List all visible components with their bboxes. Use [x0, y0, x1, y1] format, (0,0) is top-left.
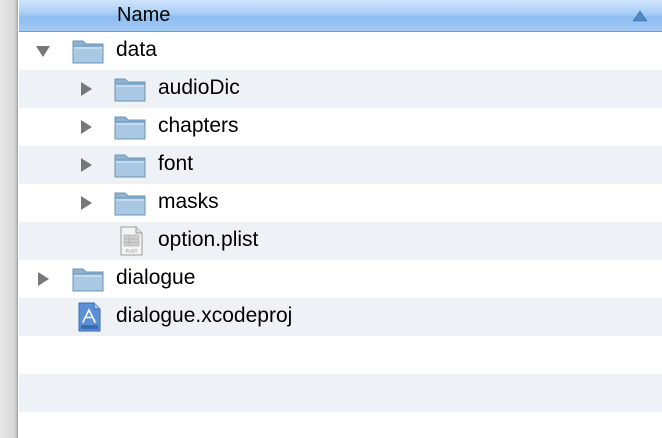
sort-ascending-icon[interactable]	[632, 9, 648, 23]
list-item-font[interactable]: font	[19, 146, 662, 184]
disclosure-triangle-collapsed-icon[interactable]	[35, 271, 51, 287]
folder-icon	[72, 268, 104, 292]
list-item-label: dialogue	[116, 266, 196, 289]
list-item-option-plist[interactable]: PLIST option.plist	[19, 222, 662, 260]
left-gutter	[0, 0, 18, 438]
disclosure-triangle-collapsed-icon[interactable]	[78, 157, 94, 173]
plist-icon-text: PLIST	[126, 249, 138, 254]
list-item-label: option.plist	[158, 228, 259, 251]
list-item-label: font	[158, 152, 194, 175]
list-item-label: dialogue.xcodeproj	[116, 304, 293, 327]
list-item-chapters[interactable]: chapters	[19, 108, 662, 146]
folder-icon	[114, 192, 146, 216]
disclosure-triangle-collapsed-icon[interactable]	[78, 81, 94, 97]
list-item-dialogue[interactable]: dialogue	[19, 260, 662, 298]
folder-icon	[114, 154, 146, 178]
list-item-label: data	[116, 38, 157, 61]
list-item-label: chapters	[158, 114, 239, 137]
xcodeproj-file-icon	[78, 302, 101, 332]
empty-row	[19, 336, 662, 374]
disclosure-triangle-collapsed-icon[interactable]	[78, 119, 94, 135]
list-item-audiodic[interactable]: audioDic	[19, 70, 662, 108]
disclosure-triangle-expanded-icon[interactable]	[35, 43, 51, 59]
list-item-label: audioDic	[158, 76, 240, 99]
column-header[interactable]: Name	[19, 0, 662, 32]
empty-row	[19, 374, 662, 412]
disclosure-triangle-collapsed-icon[interactable]	[78, 195, 94, 211]
empty-row	[19, 412, 662, 438]
file-list: data audioDic chapters font masks PLIST …	[19, 32, 662, 438]
list-item-masks[interactable]: masks	[19, 184, 662, 222]
list-item-dialogue-xcodeproj[interactable]: dialogue.xcodeproj	[19, 298, 662, 336]
list-item-data[interactable]: data	[19, 32, 662, 70]
folder-icon	[72, 40, 104, 64]
finder-list-view: Name data audioDic chapters font masks P…	[0, 0, 662, 438]
name-column-header[interactable]: Name	[117, 4, 170, 27]
folder-icon	[114, 116, 146, 140]
plist-file-icon: PLIST	[120, 226, 143, 256]
list-item-label: masks	[158, 190, 219, 213]
folder-icon	[114, 78, 146, 102]
